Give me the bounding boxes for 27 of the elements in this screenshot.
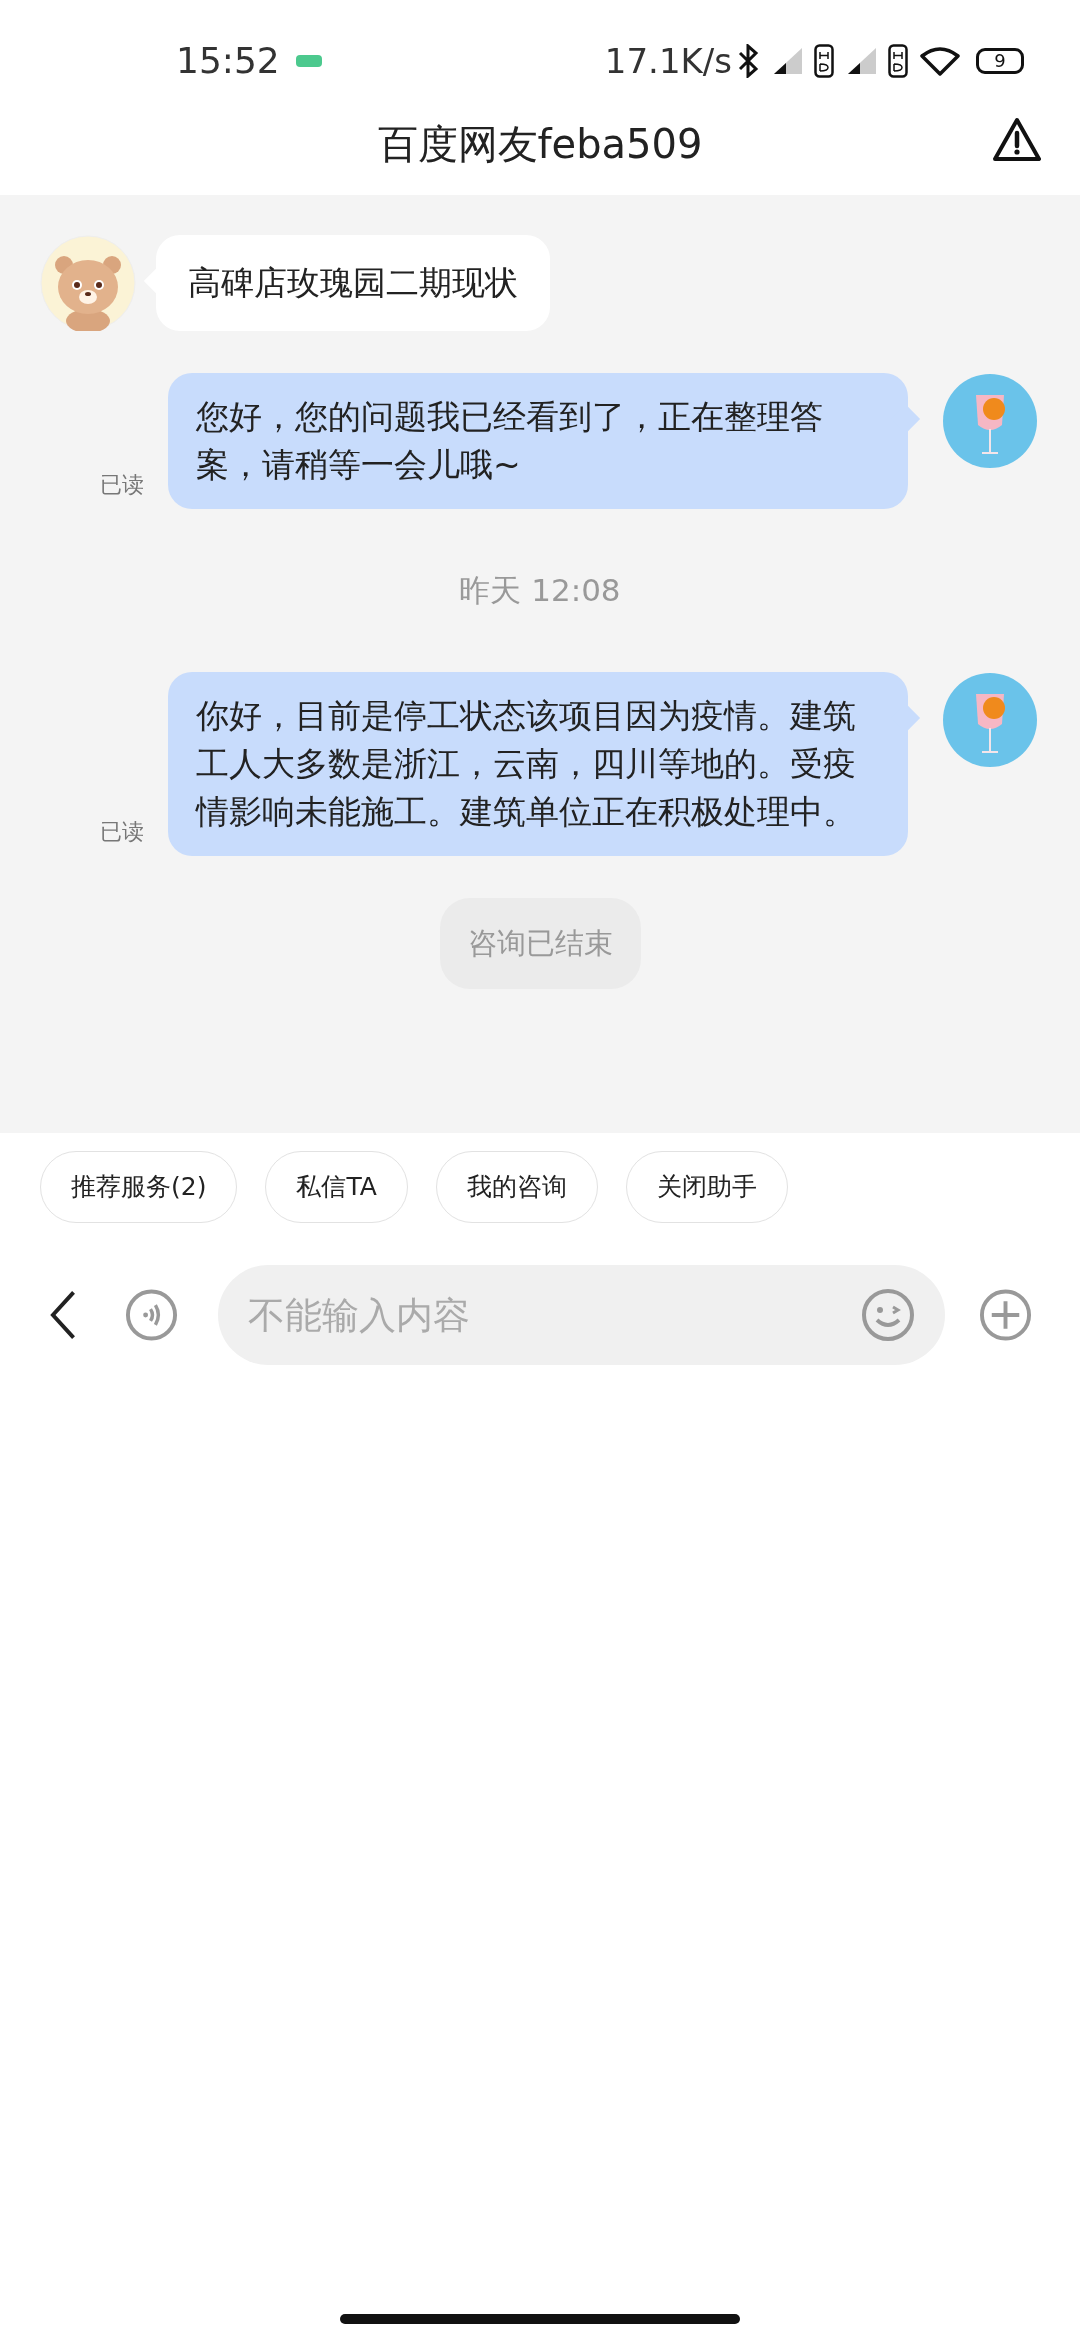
message-bubble: 您好，您的问题我已经看到了，正在整理答案，请稍等一会儿哦~ [168, 373, 908, 509]
warning-icon[interactable] [992, 117, 1042, 163]
chat-title: 百度网友feba509 [377, 119, 703, 169]
message-bubble: 你好，目前是停工状态该项目因为疫情。建筑工人大多数是浙江，云南，四川等地的。受疫情影响未能施工。建筑单位正在积极处理中。 [168, 671, 908, 856]
hd-icon [888, 44, 908, 78]
read-receipt: 已读 [100, 471, 145, 499]
network-badge-icon [295, 55, 322, 67]
drink-avatar-icon [942, 671, 1038, 768]
drink-avatar-icon [942, 373, 1038, 469]
timestamp: 昨天 12:08 [459, 571, 621, 610]
bear-avatar-icon [40, 235, 136, 331]
add-icon[interactable] [979, 1288, 1032, 1342]
wifi-icon [920, 46, 960, 76]
message-bubble: 高碑店玫瑰园二期现状 [156, 235, 550, 331]
emoji-icon[interactable] [861, 1288, 915, 1342]
quick-action-chip[interactable]: 关闭助手 [625, 1151, 788, 1223]
read-receipt: 已读 [100, 817, 145, 846]
hd-icon [814, 44, 834, 78]
voice-icon[interactable] [125, 1288, 179, 1342]
status-time: 15:52 [176, 39, 280, 83]
bluetooth-icon [736, 44, 760, 78]
battery-indicator: 9 [976, 48, 1024, 74]
quick-action-chip[interactable]: 私信TA [265, 1151, 408, 1223]
quick-action-chip[interactable]: 推荐服务(2) [40, 1151, 238, 1223]
network-speed: 17.1K/s [604, 39, 732, 83]
quick-action-chip[interactable]: 我的咨询 [435, 1151, 598, 1223]
session-ended-notice: 咨询已结束 [439, 897, 641, 989]
